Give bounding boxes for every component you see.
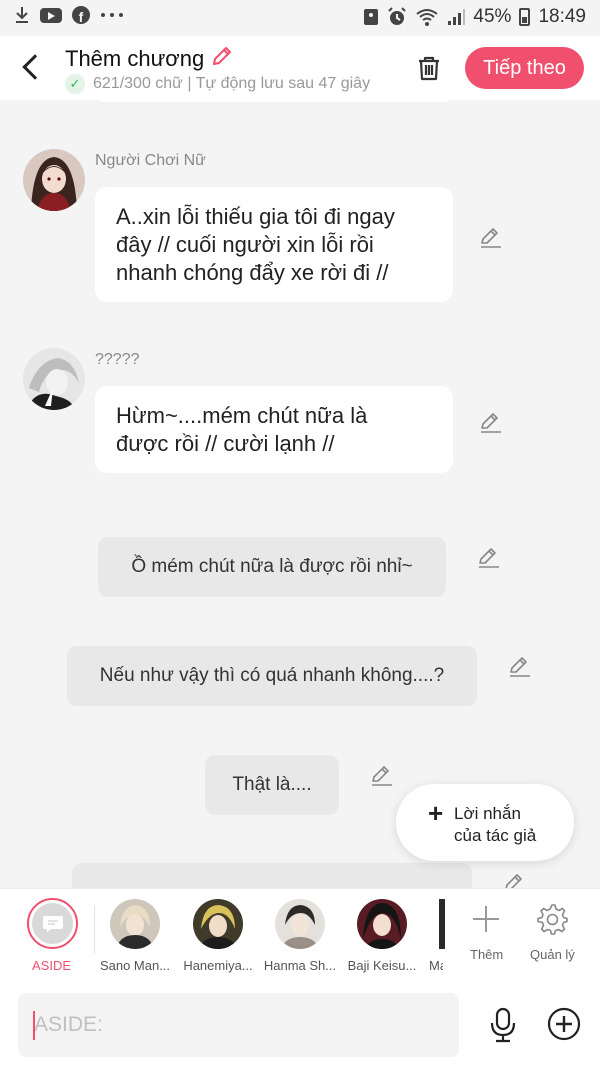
character-name: Hanemiya... xyxy=(183,958,253,973)
edit-message-icon[interactable] xyxy=(476,544,502,570)
more-dots-icon xyxy=(100,12,124,18)
battery-icon xyxy=(519,8,531,26)
battery-percent: 45% xyxy=(473,6,512,27)
editor-header: Thêm chương ✓ 621/300 chữ | Tự động lưu … xyxy=(0,36,600,100)
autosave-text: 621/300 chữ | Tự động lưu sau 47 giây xyxy=(93,75,371,92)
signal-icon xyxy=(447,8,466,26)
microphone-button[interactable] xyxy=(486,1006,520,1044)
narration-bubble[interactable]: Nếu như vậy thì có quá nhanh không....? xyxy=(67,646,477,706)
manage-button[interactable] xyxy=(535,902,569,936)
character-avatar[interactable] xyxy=(357,899,407,949)
edit-message-icon[interactable] xyxy=(502,870,528,888)
message-bubble[interactable]: A..xin lỗi thiếu gia tôi đi ngay đây // … xyxy=(95,187,453,302)
facebook-icon: f xyxy=(72,6,90,24)
plus-icon: + xyxy=(428,798,444,828)
sender-name: ????? xyxy=(95,351,140,368)
character-avatar[interactable] xyxy=(275,899,325,949)
message-input[interactable] xyxy=(18,993,459,1057)
edit-message-icon[interactable] xyxy=(478,409,504,435)
sender-name: Người Chơi Nữ xyxy=(95,152,206,169)
message-line: A..xin lỗi thiếu gia tôi đi ngay xyxy=(116,204,395,229)
edit-title-icon[interactable] xyxy=(210,44,234,74)
avatar[interactable] xyxy=(23,149,85,211)
edit-message-icon[interactable] xyxy=(478,224,504,250)
narration-bubble[interactable]: Thật là.... xyxy=(205,755,339,815)
narration-bubble[interactable] xyxy=(72,863,472,888)
input-bar xyxy=(0,984,600,1067)
gear-icon xyxy=(537,904,568,935)
chapter-title: Thêm chương xyxy=(65,46,205,71)
aside-button[interactable] xyxy=(27,898,78,949)
edit-message-icon[interactable] xyxy=(369,762,395,788)
status-bar: f 45% 18:49 xyxy=(0,0,600,36)
chat-area[interactable]: Người Chơi Nữ A..xin lỗi thiếu gia tôi đ… xyxy=(0,100,600,888)
word-count-status: ✓ 621/300 chữ | Tự động lưu sau 47 giây xyxy=(65,74,395,94)
avatar[interactable] xyxy=(23,348,85,410)
saved-check-icon: ✓ xyxy=(65,74,85,94)
download-icon xyxy=(14,6,30,24)
character-name: Baji Keisu... xyxy=(347,958,417,973)
character-bar: ASIDE Sano Man... Hanemiya... Hanma Sh..… xyxy=(0,888,600,984)
character-name: Hanma Sh... xyxy=(263,958,337,973)
edit-message-icon[interactable] xyxy=(507,653,533,679)
trash-icon xyxy=(419,56,439,81)
microphone-icon xyxy=(490,1007,516,1043)
character-avatar[interactable] xyxy=(439,899,445,949)
author-note-label-line1: Lời nhắn xyxy=(454,804,521,823)
character-avatar[interactable] xyxy=(110,899,160,949)
delete-button[interactable] xyxy=(410,50,448,86)
manage-label: Quản lý xyxy=(530,947,575,962)
character-name: Sano Man... xyxy=(99,958,171,973)
plus-circle-icon xyxy=(547,1007,581,1041)
author-note-button[interactable]: + Lời nhắn của tác giả xyxy=(396,784,574,861)
page-title[interactable]: Thêm chương xyxy=(65,44,234,74)
add-media-button[interactable] xyxy=(546,1006,582,1042)
plus-icon xyxy=(473,906,499,932)
text-cursor xyxy=(33,1011,35,1040)
message-line: đây // cuối người xin lỗi rồi xyxy=(116,232,374,257)
message-bubble[interactable]: Hừm~....mém chút nữa là được rồi // cười… xyxy=(95,386,453,473)
previous-bubble-edge xyxy=(95,100,453,102)
youtube-icon xyxy=(40,7,62,23)
add-label: Thêm xyxy=(470,947,504,962)
message-line: Hừm~....mém chút nữa là xyxy=(116,403,368,428)
narration-bubble[interactable]: Ồ mém chút nữa là được rồi nhỉ~ xyxy=(98,537,446,597)
back-button[interactable] xyxy=(18,50,48,84)
image-icon xyxy=(363,8,379,26)
wifi-icon xyxy=(415,8,439,26)
character-name: Ma xyxy=(429,958,443,973)
character-avatar[interactable] xyxy=(193,899,243,949)
speech-bubble-icon xyxy=(42,915,63,932)
add-character-button[interactable] xyxy=(470,903,502,935)
message-line: được rồi // cười lạnh // xyxy=(116,431,335,456)
aside-label: ASIDE xyxy=(32,958,72,973)
next-button[interactable]: Tiếp theo xyxy=(465,47,584,89)
divider xyxy=(94,905,95,953)
message-line: nhanh chóng đẩy xe rời đi // xyxy=(116,260,389,285)
author-note-label-line2: của tác giả xyxy=(454,826,537,845)
clock: 18:49 xyxy=(538,6,586,27)
alarm-icon xyxy=(387,7,407,27)
